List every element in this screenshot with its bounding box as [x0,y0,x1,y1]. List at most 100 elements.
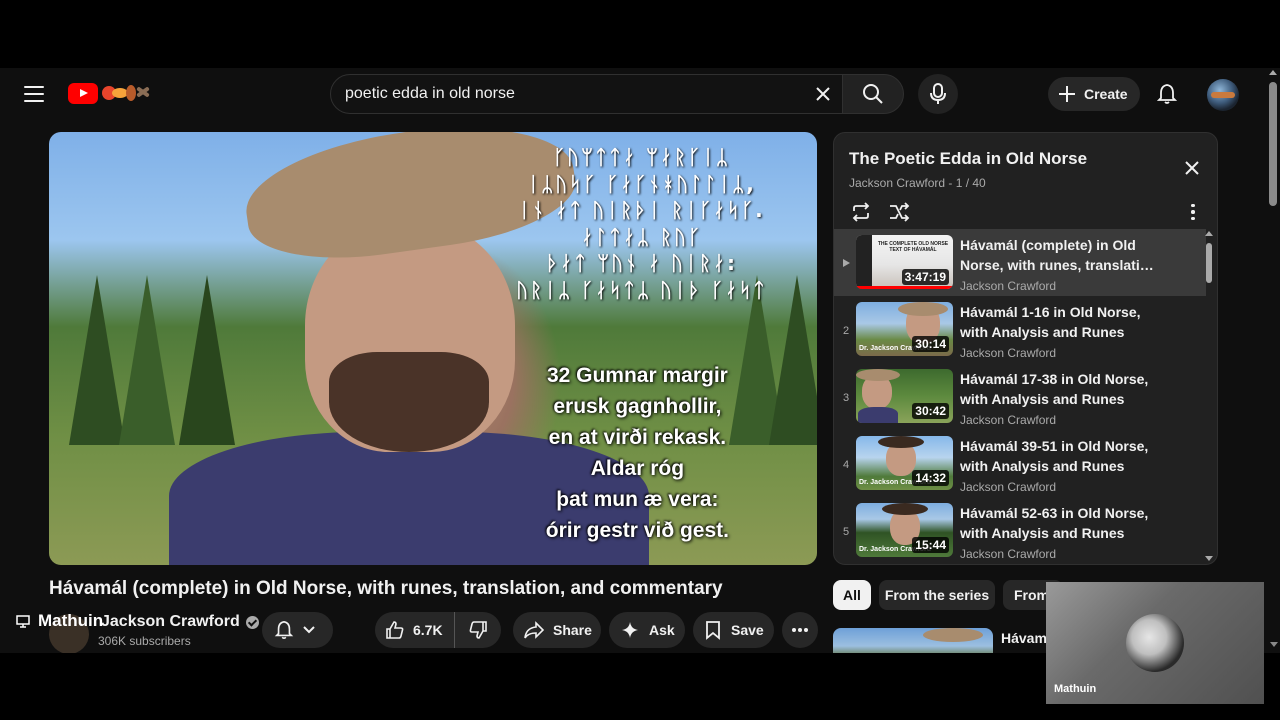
playlist-item[interactable]: 3 30:42 Hávamál 17-38 in Old Norse, with… [834,363,1206,430]
ask-button[interactable]: Ask [609,612,685,648]
loop-icon [852,202,870,222]
video-title: Hávamál 1-16 in Old Norse, with Analysis… [960,303,1160,342]
playlist-item[interactable]: 4 Dr. Jackson Crawford 14:32 Hávamál 39-… [834,430,1206,497]
scroll-down-icon[interactable] [1205,556,1213,561]
mic-icon [930,83,946,104]
verse-line: en at virði rekask. [548,426,727,449]
item-index: 5 [842,526,850,538]
like-count: 6.7K [413,622,443,638]
save-button[interactable]: Save [693,612,774,648]
thumb-strip [856,235,872,289]
webcam-subject [1126,614,1184,672]
verified-icon [245,615,259,629]
scroll-up-icon[interactable] [1269,70,1277,75]
title-line: Hávamál (complete) in Old [960,237,1136,253]
video-channel: Jackson Crawford [960,279,1057,293]
verse-text: 32 Gumnar margir erusk gagnhollir, en at… [546,360,729,546]
playlist-panel: The Poetic Edda in Old Norse Jackson Cra… [833,132,1218,565]
channel-name[interactable]: Jackson Crawford [101,613,259,631]
presenter-beard [329,352,489,452]
voice-search-button[interactable] [918,74,958,114]
channel-name-label: Jackson Crawford [101,613,240,630]
account-avatar[interactable] [1207,79,1239,111]
video-title: Hávamál 39-51 in Old Norse, with Analysi… [960,437,1160,476]
chip-all[interactable]: All [833,580,871,610]
now-playing-icon [843,259,850,267]
playlist-meta: Jackson Crawford - 1 / 40 [849,176,986,190]
webcam-label: Mathuin [1054,683,1097,695]
video-thumbnail: Dr. Jackson Crawford 15:44 [856,503,953,557]
item-index: 2 [842,325,850,337]
video-title: Hávamál (complete) in Old Norse, with ru… [49,578,723,599]
rune-line: ᛁᛦᚢᛋᚴ ᚴᛅᚴᚾᚼᚢᛚᛚᛁᛦ, [527,171,756,196]
subscribed-notifications-button[interactable] [262,612,333,648]
search-button[interactable] [842,74,904,114]
save-label: Save [731,622,764,638]
title-line: Hávamál 39-51 in Old Norse, [960,438,1149,454]
scrollbar-thumb[interactable] [1269,82,1277,206]
loop-playlist-button[interactable] [848,199,874,225]
scroll-down-icon[interactable] [1270,642,1278,647]
video-title: Hávamál 52-63 in Old Norse, with Analysi… [960,504,1160,543]
playlist-item[interactable]: 5 Dr. Jackson Crawford 15:44 Hávamál 52-… [834,497,1206,564]
title-line: Hávamál 52-63 in Old Norse, [960,505,1149,521]
share-label: Share [553,622,592,638]
page-scrollbar[interactable] [1266,68,1280,653]
video-title: Hávamál (complete) in Old Norse, with ru… [960,236,1160,275]
bookmark-icon [706,621,720,640]
create-button[interactable]: Create [1048,77,1140,111]
video-thumbnail: THE COMPLETE OLD NORSE TEXT OF HÁVAMÁL 3… [856,235,953,289]
more-horizontal-icon [792,628,808,632]
share-button[interactable]: Share [513,612,601,648]
chip-from-the-series[interactable]: From the series [879,580,995,610]
verse-line: erusk gagnhollir, [553,395,722,418]
more-actions-button[interactable] [782,612,818,648]
thumb-label: THE COMPLETE OLD NORSE TEXT OF HÁVAMÁL [877,241,949,253]
scroll-up-icon[interactable] [1205,231,1213,236]
plus-icon [1059,86,1075,102]
playlist-title[interactable]: The Poetic Edda in Old Norse [849,149,1087,169]
video-duration: 14:32 [912,470,949,486]
thumb-hat [898,302,948,316]
close-icon [1185,161,1199,175]
playlist-item[interactable]: THE COMPLETE OLD NORSE TEXT OF HÁVAMÁL 3… [834,229,1206,296]
playlist-item[interactable]: 2 Dr. Jackson Crawford 30:14 Hávamál 1-1… [834,296,1206,363]
youtube-watch-page: Create ᚴᚢᛘᛏᛏᛅ ᛘᛅᚱᚴᛁᛦ ᛁᛦᚢᛋᚴ ᚴᛅᚴᚾᚼᚢᛚᛚᛁᛦ, ᛁ… [0,68,1280,653]
playlist-items: THE COMPLETE OLD NORSE TEXT OF HÁVAMÁL 3… [834,229,1206,564]
like-button[interactable]: 6.7K [375,612,455,648]
dislike-button[interactable] [455,612,500,648]
watch-progress-bar [856,286,953,289]
create-label: Create [1084,86,1128,102]
search-box [330,74,843,114]
playlist-scrollbar[interactable] [1205,231,1213,561]
streamer-watermark: Mathuin [16,611,103,631]
video-channel: Jackson Crawford [960,480,1057,494]
tree-shape [769,275,817,445]
notifications-button[interactable] [1150,77,1184,111]
bell-icon [274,620,294,639]
shuffle-icon [890,202,910,222]
youtube-logo[interactable] [68,82,156,104]
rune-line: ᚦᛅᛏ ᛘᚢᚾ ᛅ ᚢᛁᚱᛅ: [546,251,737,275]
close-playlist-button[interactable] [1181,157,1203,179]
video-player[interactable]: ᚴᚢᛘᛏᛏᛅ ᛘᛅᚱᚴᛁᛦ ᛁᛦᚢᛋᚴ ᚴᛅᚴᚾᚼᚢᛚᛚᛁᛦ, ᛁᚾ ᛅᛏ ᚢᛁ… [49,132,817,565]
chevron-down-icon [303,626,315,634]
scrollbar-thumb[interactable] [1206,243,1212,283]
thumb-hat [856,369,900,381]
webcam-overlay: Mathuin [1046,582,1264,704]
playlist-more-button[interactable] [1187,201,1199,223]
verse-line: Aldar róg [590,457,685,480]
shuffle-playlist-button[interactable] [886,199,912,225]
thumb-hat [878,436,924,448]
clear-icon[interactable] [810,81,836,107]
title-line: with Analysis and Runes [960,390,1125,407]
thumbs-down-icon [469,621,487,639]
title-line: with Analysis and Runes [960,323,1125,340]
item-index: 4 [842,459,850,471]
video-title: Hávamál 17-38 in Old Norse, with Analysi… [960,370,1160,409]
recommendation-thumbnail[interactable] [833,628,993,653]
bell-icon [1157,84,1177,104]
search-input[interactable] [345,85,805,103]
menu-icon[interactable] [22,84,46,104]
doodle-icon [100,82,156,104]
